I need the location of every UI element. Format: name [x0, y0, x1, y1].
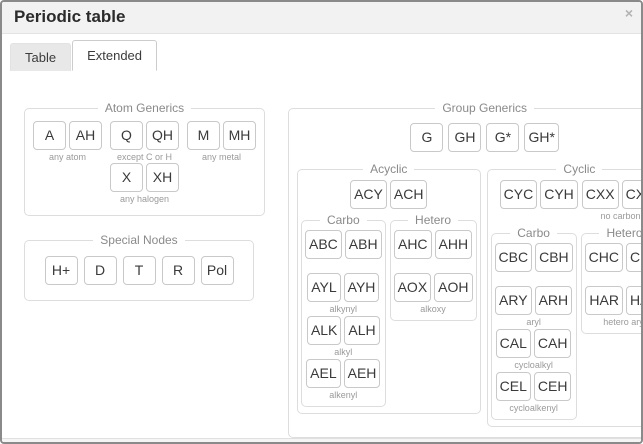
special-hplus-button[interactable]: H+	[45, 256, 78, 285]
acyclic-hetero-fieldset: Hetero AHC AHH	[390, 213, 477, 321]
atom-a-button[interactable]: A	[33, 121, 66, 150]
close-icon[interactable]: ×	[625, 6, 633, 20]
aoh-button[interactable]: AOH	[434, 273, 472, 302]
alkenyl-caption: alkenyl	[329, 389, 357, 401]
except-c-or-h-caption: except C or H	[117, 151, 172, 163]
no-carbon-caption: no carbon	[600, 210, 640, 222]
atom-qh-button[interactable]: QH	[146, 121, 179, 150]
cal-button[interactable]: CAL	[496, 329, 531, 358]
chc-button[interactable]: CHC	[585, 243, 623, 272]
alkoxy-caption: alkoxy	[420, 303, 446, 315]
special-pol-button[interactable]: Pol	[201, 256, 234, 285]
special-t-button[interactable]: T	[123, 256, 156, 285]
cbc-button[interactable]: CBC	[495, 243, 533, 272]
ael-button[interactable]: AEL	[306, 359, 340, 388]
group-generics-fieldset: Group Generics G GH G* GH* Acyclic	[288, 101, 643, 438]
arh-button[interactable]: ARH	[535, 286, 573, 315]
cyclic-top-group: CYC CYH	[500, 180, 578, 222]
acyclic-top-group: ACY ACH	[350, 180, 427, 209]
any-halogen-caption: any halogen	[120, 193, 169, 205]
cyh-button[interactable]: CYH	[540, 180, 578, 209]
cyc-button[interactable]: CYC	[500, 180, 538, 209]
cyclic-hetero-fieldset: Hetero CHC CHH	[581, 226, 643, 334]
any-metal-group: M MH any metal	[187, 121, 256, 163]
ayl-button[interactable]: AYL	[307, 273, 340, 302]
atom-xh-button[interactable]: XH	[146, 163, 179, 192]
acyclic-legend: Acyclic	[363, 162, 414, 176]
atom-ah-button[interactable]: AH	[69, 121, 102, 150]
any-atom-group: A AH any atom	[33, 121, 102, 163]
atom-m-button[interactable]: M	[187, 121, 220, 150]
group-gstar-button[interactable]: G*	[486, 123, 519, 152]
dialog-header: Periodic table ×	[2, 2, 641, 34]
atom-mh-button[interactable]: MH	[223, 121, 256, 150]
cel-button[interactable]: CEL	[496, 372, 531, 401]
ceh-button[interactable]: CEH	[534, 372, 572, 401]
acyclic-carbo-legend: Carbo	[320, 213, 367, 227]
acyclic-ach-button[interactable]: ACH	[390, 180, 428, 209]
chh-button[interactable]: CHH	[626, 243, 643, 272]
cah-button[interactable]: CAH	[534, 329, 572, 358]
cxx-button[interactable]: CXX	[582, 180, 619, 209]
cyclic-carbo-fieldset: Carbo CBC CBH	[491, 226, 577, 420]
hah-button[interactable]: HAH	[626, 286, 643, 315]
ahc-button[interactable]: AHC	[394, 230, 432, 259]
hetero-aryl-caption: hetero aryl	[603, 316, 643, 328]
special-nodes-fieldset: Special Nodes H+ D T R Pol	[24, 233, 254, 301]
periodic-table-dialog: Periodic table × Table Extended Atom Gen…	[0, 0, 643, 444]
cycloalkyl-caption: cycloalkyl	[514, 359, 553, 371]
alk-button[interactable]: ALK	[307, 316, 341, 345]
acyclic-hetero-legend: Hetero	[408, 213, 458, 227]
cyclic-fieldset: Cyclic CYC CYH CXX	[487, 162, 643, 427]
left-column: Atom Generics A AH any atom Q QH	[24, 101, 254, 301]
dialog-content: Atom Generics A AH any atom Q QH	[2, 71, 641, 438]
right-column: Group Generics G GH G* GH* Acyclic	[288, 101, 643, 438]
ayh-button[interactable]: AYH	[344, 273, 380, 302]
alkynyl-caption: alkynyl	[330, 303, 358, 315]
cbh-button[interactable]: CBH	[535, 243, 573, 272]
abc-button[interactable]: ABC	[305, 230, 342, 259]
cxh-button[interactable]: CXH	[622, 180, 643, 209]
group-ghstar-button[interactable]: GH*	[524, 123, 558, 152]
special-d-button[interactable]: D	[84, 256, 117, 285]
special-nodes-legend: Special Nodes	[93, 233, 184, 247]
aryl-caption: aryl	[526, 316, 541, 328]
special-r-button[interactable]: R	[162, 256, 195, 285]
atom-q-button[interactable]: Q	[110, 121, 143, 150]
ahh-button[interactable]: AHH	[435, 230, 473, 259]
cyclic-carbo-legend: Carbo	[510, 226, 557, 240]
any-halogen-group: X XH any halogen	[110, 163, 179, 205]
group-gh-button[interactable]: GH	[448, 123, 481, 152]
acyclic-carbo-fieldset: Carbo ABC ABH	[301, 213, 386, 407]
cyclic-hetero-legend: Hetero	[599, 226, 643, 240]
atom-generics-legend: Atom Generics	[98, 101, 191, 115]
alkyl-caption: alkyl	[334, 346, 352, 358]
tab-table[interactable]: Table	[10, 43, 71, 71]
acyclic-fieldset: Acyclic ACY ACH Carbo	[297, 162, 481, 414]
any-metal-caption: any metal	[202, 151, 241, 163]
atom-generics-fieldset: Atom Generics A AH any atom Q QH	[24, 101, 265, 216]
dialog-footer: Cancel OK	[2, 438, 641, 444]
cycloalkenyl-caption: cycloalkenyl	[509, 402, 558, 414]
group-g-button[interactable]: G	[410, 123, 443, 152]
abh-button[interactable]: ABH	[345, 230, 382, 259]
dialog-title: Periodic table	[14, 7, 125, 26]
no-carbon-group: CXX CXH no carbon	[582, 180, 643, 222]
group-generics-legend: Group Generics	[435, 101, 534, 115]
any-atom-caption: any atom	[49, 151, 86, 163]
aox-button[interactable]: AOX	[394, 273, 432, 302]
har-button[interactable]: HAR	[585, 286, 623, 315]
acyclic-acy-button[interactable]: ACY	[350, 180, 387, 209]
tab-extended[interactable]: Extended	[72, 40, 157, 71]
alh-button[interactable]: ALH	[344, 316, 379, 345]
atom-x-button[interactable]: X	[110, 163, 143, 192]
tab-bar: Table Extended	[2, 34, 641, 71]
except-c-or-h-group: Q QH except C or H	[110, 121, 179, 163]
ary-button[interactable]: ARY	[495, 286, 532, 315]
cyclic-legend: Cyclic	[556, 162, 602, 176]
aeh-button[interactable]: AEH	[344, 359, 381, 388]
